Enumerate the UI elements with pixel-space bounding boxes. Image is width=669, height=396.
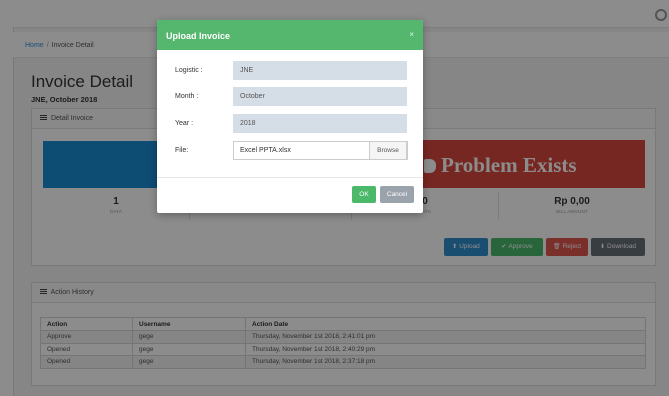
- modal-header: Upload Invoice ×: [157, 20, 423, 50]
- file-name: Excel PPTA.xlsx: [240, 147, 291, 154]
- cancel-button[interactable]: Cancel: [380, 186, 414, 203]
- modal-title: Upload Invoice: [166, 31, 231, 41]
- logistic-label: Logistic :: [175, 67, 203, 74]
- file-label: File:: [175, 147, 189, 154]
- browse-button[interactable]: Browse: [369, 141, 407, 160]
- year-label: Year :: [175, 120, 194, 127]
- year-field[interactable]: 2018: [233, 114, 407, 133]
- month-field[interactable]: October: [233, 87, 407, 106]
- logistic-field[interactable]: JNE: [233, 61, 407, 80]
- file-input[interactable]: Excel PPTA.xlsx Browse: [233, 141, 408, 160]
- modal-footer-divider: [157, 177, 423, 178]
- ok-button[interactable]: OK: [352, 186, 376, 203]
- month-label: Month :: [175, 93, 199, 100]
- close-icon[interactable]: ×: [409, 30, 414, 39]
